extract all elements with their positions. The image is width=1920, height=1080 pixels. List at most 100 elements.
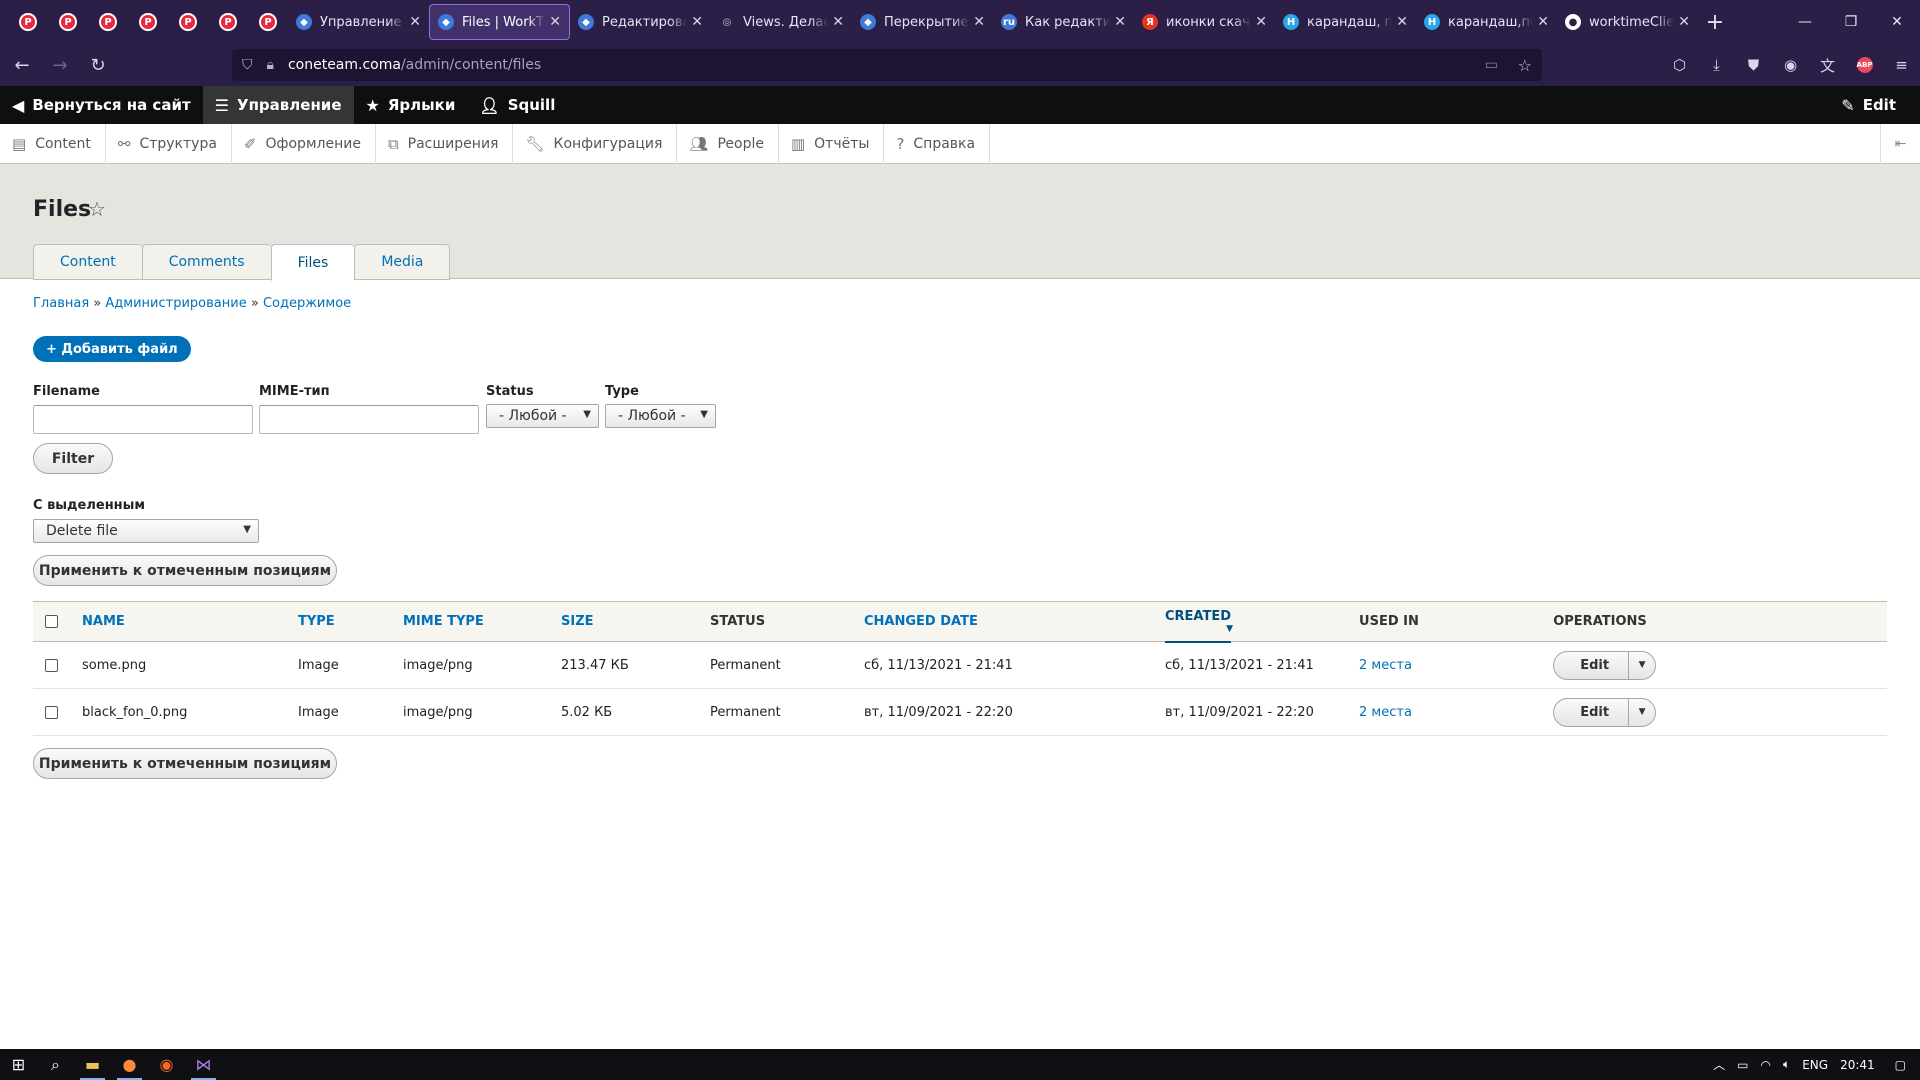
user-tab[interactable]: 👤︎ Squill xyxy=(467,86,567,124)
bookmark-star-icon[interactable]: ☆ xyxy=(1518,56,1532,75)
windows-start-icon[interactable]: ⊞ xyxy=(0,1049,37,1080)
breadcrumb-admin[interactable]: Администрирование xyxy=(105,296,246,311)
edit-toggle[interactable]: ✎ Edit xyxy=(1829,86,1908,124)
select-all-checkbox[interactable] xyxy=(45,615,58,628)
tab-files[interactable]: Files xyxy=(270,244,355,281)
edit-button[interactable]: Edit xyxy=(1554,652,1628,679)
mime-input[interactable] xyxy=(259,405,479,434)
restore-icon[interactable]: ❐ xyxy=(1828,0,1874,44)
col-type[interactable]: TYPE xyxy=(298,601,403,642)
pinned-tab[interactable]: P xyxy=(8,0,48,44)
browser-tab[interactable]: ◆ Перекрытие гл✕ xyxy=(852,4,993,40)
close-tab-icon[interactable]: ✕ xyxy=(1114,14,1126,30)
close-tab-icon[interactable]: ✕ xyxy=(1537,14,1549,30)
pinned-tab[interactable]: P xyxy=(48,0,88,44)
type-select[interactable]: - Любой - ▼ xyxy=(605,404,716,428)
browser-tab-active[interactable]: ◆ Files | WorkTime✕ xyxy=(429,4,570,40)
shield-icon[interactable]: ⛉ xyxy=(242,57,253,73)
add-file-button[interactable]: + Добавить файл xyxy=(33,336,191,362)
col-name[interactable]: NAME xyxy=(82,601,298,642)
edit-button[interactable]: Edit xyxy=(1554,699,1628,726)
close-tab-icon[interactable]: ✕ xyxy=(1396,14,1408,30)
notifications-icon[interactable]: ▢ xyxy=(1881,1058,1920,1072)
page-action-icon[interactable]: ▭ xyxy=(1485,57,1498,73)
close-tab-icon[interactable]: ✕ xyxy=(1678,14,1690,30)
minimize-icon[interactable]: — xyxy=(1782,0,1828,44)
tray-item-help[interactable]: ? Справка xyxy=(884,123,991,164)
app-icon[interactable]: ◉ xyxy=(148,1049,185,1080)
close-tab-icon[interactable]: ✕ xyxy=(549,14,561,30)
pinned-tab[interactable]: P xyxy=(88,0,128,44)
close-tab-icon[interactable]: ✕ xyxy=(1255,14,1267,30)
row-checkbox[interactable] xyxy=(45,705,58,719)
bulk-action-select[interactable]: Delete file ▼ xyxy=(33,519,259,543)
tray-item-reports[interactable]: ▥ Отчёты xyxy=(779,123,885,164)
row-checkbox[interactable] xyxy=(45,658,58,672)
extension-icon[interactable]: ◉ xyxy=(1772,56,1809,74)
downloads-icon[interactable]: ⤓ xyxy=(1698,56,1735,74)
breadcrumb-content[interactable]: Содержимое xyxy=(263,296,351,311)
close-tab-icon[interactable]: ✕ xyxy=(832,14,844,30)
apply-bulk-button-bottom[interactable]: Применить к отмеченным позициям xyxy=(33,748,337,779)
col-changed[interactable]: CHANGED DATE xyxy=(864,601,1165,642)
privacy-badger-icon[interactable]: ⛊ xyxy=(1735,56,1772,74)
close-tab-icon[interactable]: ✕ xyxy=(973,14,985,30)
apply-bulk-button-top[interactable]: Применить к отмеченным позициям xyxy=(33,555,337,586)
browser-tab[interactable]: ru Как редактиро✕ xyxy=(993,4,1134,40)
browser-tab[interactable]: Hкарандаш, пол✕ xyxy=(1275,4,1416,40)
lock-icon[interactable]: 🔒︎ xyxy=(267,57,274,73)
reload-icon[interactable]: ↻ xyxy=(82,49,114,81)
col-created[interactable]: CREATED ▼ xyxy=(1165,601,1233,643)
col-size[interactable]: SIZE xyxy=(561,601,710,642)
translate-icon[interactable]: 文 xyxy=(1809,55,1846,76)
chevron-up-icon[interactable]: ︿ xyxy=(1707,1056,1731,1073)
tray-item-appearance[interactable]: ✐ Оформление xyxy=(232,123,376,164)
tray-item-structure[interactable]: ⚯ Структура xyxy=(106,123,232,164)
breadcrumb-home[interactable]: Главная xyxy=(33,296,89,311)
browser-tab[interactable]: ◎ Views. Делаем✕ xyxy=(711,4,852,40)
pinned-tab[interactable]: P xyxy=(128,0,168,44)
close-window-icon[interactable]: ✕ xyxy=(1874,0,1920,44)
browser-tab[interactable]: ◆ Редактировани✕ xyxy=(570,4,711,40)
add-shortcut-star-icon[interactable]: ☆ xyxy=(88,197,106,221)
firefox-icon[interactable]: ● xyxy=(111,1049,148,1080)
file-explorer-icon[interactable]: ▬ xyxy=(74,1049,111,1080)
pinned-tab[interactable]: P xyxy=(168,0,208,44)
address-bar[interactable]: ⛉ 🔒︎ coneteam.coma/admin/content/files ▭… xyxy=(232,49,1542,81)
tray-orientation-toggle-icon[interactable]: ⇤ xyxy=(1880,124,1920,164)
browser-tab[interactable]: Hкарандаш,поле✕ xyxy=(1416,4,1557,40)
close-tab-icon[interactable]: ✕ xyxy=(409,14,421,30)
tray-item-content[interactable]: ▤ Content xyxy=(0,123,106,164)
tab-comments[interactable]: Comments xyxy=(141,244,271,280)
col-mime[interactable]: MIME TYPE xyxy=(403,601,561,642)
browser-tab[interactable]: Яиконки скачать✕ xyxy=(1134,4,1275,40)
tray-item-extend[interactable]: ⧉ Расширения xyxy=(376,123,514,164)
used-in-link[interactable]: 2 места xyxy=(1359,705,1412,720)
language-indicator[interactable]: ENG xyxy=(1796,1058,1834,1072)
tray-item-people[interactable]: 👥︎ People xyxy=(677,123,779,164)
forward-icon[interactable]: → xyxy=(44,49,76,81)
tab-content[interactable]: Content xyxy=(33,244,142,280)
back-to-site-link[interactable]: ◀ Вернуться на сайт xyxy=(0,86,203,124)
status-select[interactable]: - Любой - ▼ xyxy=(486,404,599,428)
filename-input[interactable] xyxy=(33,405,253,434)
search-icon[interactable]: ⌕ xyxy=(37,1049,74,1080)
dropbutton-toggle-icon[interactable]: ▼ xyxy=(1628,698,1655,726)
pocket-icon[interactable]: ⬡ xyxy=(1661,56,1698,74)
menu-icon[interactable]: ≡ xyxy=(1883,56,1920,74)
filter-button[interactable]: Filter xyxy=(33,443,113,474)
adblock-icon[interactable]: ABP xyxy=(1846,57,1883,73)
browser-tab[interactable]: ◆ Управление по✕ xyxy=(288,4,429,40)
clock[interactable]: 20:41 xyxy=(1834,1058,1881,1072)
used-in-link[interactable]: 2 места xyxy=(1359,658,1412,673)
tray-item-config[interactable]: 🔧︎ Конфигурация xyxy=(513,123,678,164)
manage-tab[interactable]: ☰ Управление xyxy=(202,86,354,124)
visual-studio-icon[interactable]: ⋈ xyxy=(185,1049,222,1080)
back-icon[interactable]: ← xyxy=(6,49,38,81)
pinned-tab[interactable]: P xyxy=(248,0,288,44)
close-tab-icon[interactable]: ✕ xyxy=(691,14,703,30)
pinned-tab[interactable]: P xyxy=(208,0,248,44)
volume-icon[interactable]: 🔈︎ xyxy=(1777,1057,1796,1072)
tab-media[interactable]: Media xyxy=(354,244,451,280)
dropbutton-toggle-icon[interactable]: ▼ xyxy=(1628,651,1655,679)
